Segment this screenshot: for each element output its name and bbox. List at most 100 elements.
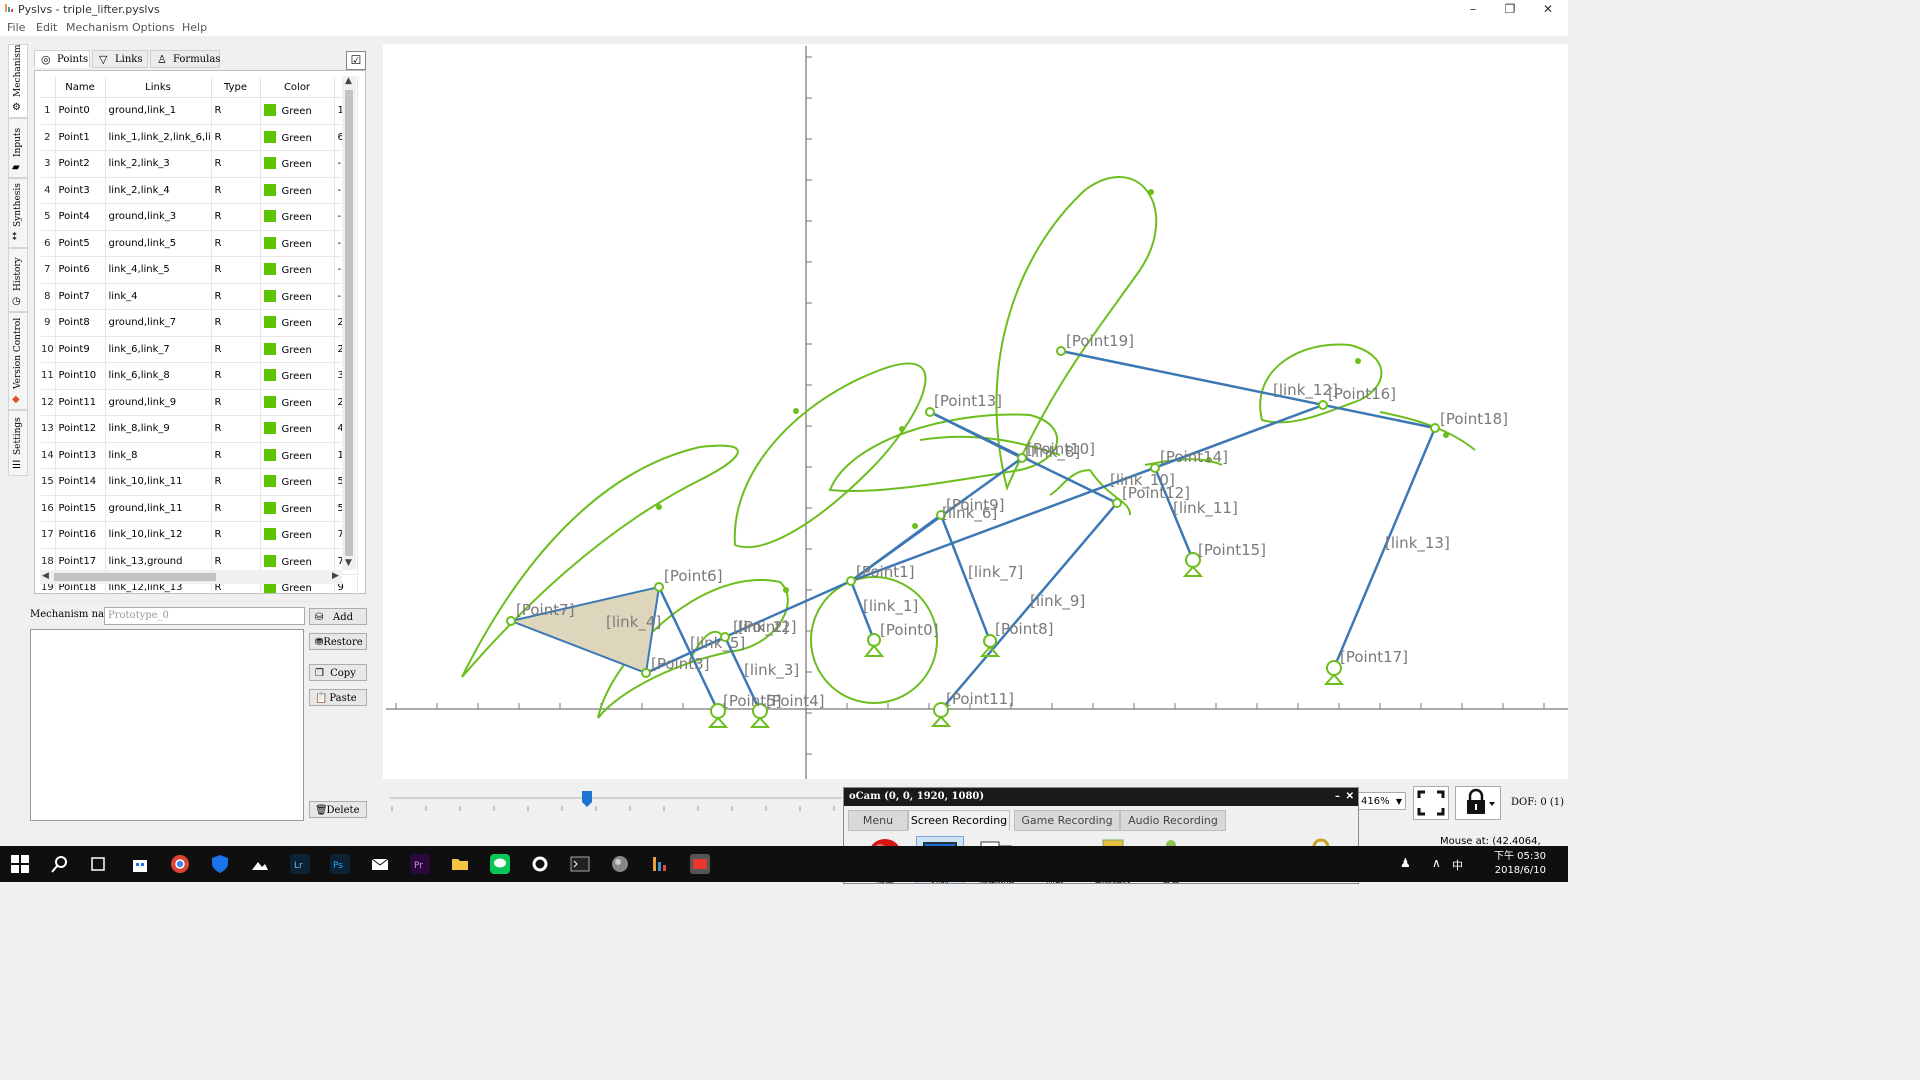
menu-edit[interactable]: Edit [36, 21, 57, 34]
sphere-app-icon[interactable] [610, 854, 630, 874]
synthesis-icon: ⁑ [12, 232, 18, 243]
header-links[interactable]: Links [105, 77, 212, 98]
table-row[interactable]: 10 Point9 link_6,link_7 R Green 2 [41, 336, 358, 363]
people-icon[interactable]: ♟ [1400, 856, 1411, 870]
color-swatch [263, 104, 276, 117]
table-row[interactable]: 5Point4ground,link_3RGreen-( [41, 203, 358, 231]
table-row[interactable]: 13 Point12 link_8,link_9 R Green 4 [41, 415, 358, 443]
animation-slider[interactable] [386, 786, 846, 816]
cell-type: R [211, 150, 261, 178]
lightroom-icon[interactable]: Lr [290, 854, 310, 874]
task-view-icon[interactable] [88, 854, 108, 874]
photos-icon[interactable] [250, 854, 270, 874]
system-clock[interactable]: 下午 05:30 2018/6/10 [1494, 850, 1546, 878]
table-row[interactable]: 16 Point15 ground,link_11 R Green 5 [41, 495, 358, 522]
terminal-icon[interactable] [570, 854, 590, 874]
table-row[interactable]: 1 Point0 ground,link_1 R Green 1 [41, 97, 358, 125]
minimize-button[interactable]: – [1462, 1, 1484, 17]
vtab-mechanism[interactable]: Mechanism ⚙ [8, 44, 28, 118]
table-row[interactable]: 6 Point5 ground,link_5 R Green - [41, 230, 358, 257]
file-explorer-icon[interactable] [450, 854, 470, 874]
vtab-history[interactable]: History ◷ [8, 248, 28, 312]
canvas-drawing[interactable]: [Point0] [Point1] [Point2] [Point3] [Poi… [383, 44, 1568, 779]
scroll-right-icon[interactable]: ▶ [332, 571, 339, 581]
scroll-up-icon[interactable]: ▲ [345, 76, 352, 86]
ocam-taskbar-icon[interactable] [690, 854, 710, 874]
cell-name: Point15 [55, 495, 106, 522]
line-icon[interactable] [490, 854, 510, 874]
hscroll-thumb[interactable] [54, 573, 216, 581]
header-type[interactable]: Type [211, 77, 261, 98]
tab-formulas[interactable]: ♙ Formulas [150, 50, 220, 68]
slider-handle[interactable] [581, 790, 593, 808]
zoom-to-fit-button[interactable] [1413, 786, 1449, 820]
chrome-icon[interactable] [170, 854, 190, 874]
vtab-version-control[interactable]: Version Control ◆ [8, 312, 28, 410]
scroll-thumb[interactable] [345, 90, 353, 556]
settings-icon[interactable] [530, 854, 550, 874]
mechanism-canvas[interactable]: [Point0] [Point1] [Point2] [Point3] [Poi… [383, 44, 1568, 779]
table-row[interactable]: 9 Point8 ground,link_7 R Green 2 [41, 309, 358, 337]
tab-points[interactable]: ◎ Points [34, 50, 90, 68]
table-row[interactable]: 14 Point13 link_8 R Green 1 [41, 442, 358, 469]
table-row[interactable]: 2 Point1 link_1,link_2,link_6,li... R Green 6 [41, 124, 358, 151]
tab-links[interactable]: ▽ Links [92, 50, 148, 68]
windows-start-icon[interactable] [10, 854, 30, 874]
table-row[interactable]: 3 Point2 link_2,link_3 R Green - [41, 150, 358, 178]
menu-help[interactable]: Help [182, 21, 207, 34]
ocam-tab-audio-recording[interactable]: Audio Recording [1120, 810, 1226, 831]
cell-color: Green [260, 442, 335, 469]
select-mode-button[interactable]: ☑ [346, 51, 366, 70]
table-horizontal-scrollbar[interactable]: ◀ ▶ [40, 570, 342, 584]
copy-button[interactable]: ❐ Copy [309, 664, 367, 681]
cell-type: R [211, 415, 261, 443]
ocam-close-button[interactable]: ✕ [1346, 788, 1354, 806]
vtab-inputs[interactable]: Inputs ▰ [8, 118, 28, 178]
links[interactable] [645, 349, 1437, 712]
table-row[interactable]: 7 Point6 link_4,link_5 R Green -. [41, 256, 358, 284]
premiere-icon[interactable]: Pr [410, 854, 430, 874]
table-row[interactable]: 8 Point7 link_4 R Green -. [41, 283, 358, 310]
menu-options[interactable]: Options [132, 21, 174, 34]
add-button[interactable]: ⛁ Add [309, 608, 367, 625]
table-row[interactable]: 12 Point11 ground,link_9 R Green 2 [41, 389, 358, 416]
photoshop-icon[interactable]: Ps [330, 854, 350, 874]
vtab-synthesis[interactable]: Synthesis ⁑ [8, 178, 28, 248]
scroll-left-icon[interactable]: ◀ [42, 571, 49, 581]
scroll-down-icon[interactable]: ▼ [345, 558, 352, 568]
search-icon[interactable] [50, 854, 70, 874]
defender-icon[interactable] [210, 854, 230, 874]
table-row[interactable]: 11 Point10 link_6,link_8 R Green 3 [41, 362, 358, 390]
pyslvs-taskbar-icon[interactable] [650, 854, 670, 874]
cell-color-text: Green [281, 424, 312, 436]
tab-points-label: Points [57, 54, 89, 65]
menu-file[interactable]: File [7, 21, 25, 34]
restore-button[interactable]: ⛃ Restore [309, 633, 367, 650]
color-swatch [263, 157, 276, 170]
mechanism-name-input[interactable]: Prototype_0 [104, 607, 305, 625]
zoom-select[interactable]: 416% ▼ [1356, 792, 1406, 810]
store-icon[interactable] [130, 854, 150, 874]
mechanism-list[interactable] [30, 629, 304, 821]
header-name[interactable]: Name [55, 77, 106, 98]
ocam-tab-screen-recording[interactable]: Screen Recording [908, 810, 1010, 831]
table-row[interactable]: 4 Point3 link_2,link_4 R Green -: [41, 177, 358, 204]
table-row[interactable]: 17 Point16 link_10,link_12 R Green 7 [41, 521, 358, 549]
ime-indicator[interactable]: 中 [1452, 857, 1463, 873]
ocam-tab-game-recording[interactable]: Game Recording [1014, 810, 1120, 831]
row-index: 2 [41, 124, 56, 151]
lock-button[interactable] [1455, 786, 1501, 820]
close-button[interactable]: ✕ [1537, 1, 1559, 17]
paste-button[interactable]: 📋 Paste [309, 689, 367, 706]
mail-icon[interactable] [370, 854, 390, 874]
vtab-settings[interactable]: Settings ☰ [8, 410, 28, 476]
maximize-button[interactable]: ❐ [1499, 1, 1521, 17]
table-row[interactable]: 15 Point14 link_10,link_11 R Green 5 [41, 468, 358, 496]
chevron-up-icon[interactable]: ∧ [1432, 856, 1441, 870]
table-vertical-scrollbar[interactable]: ▲ ▼ [342, 76, 356, 570]
menu-mechanism[interactable]: Mechanism [66, 21, 129, 34]
ocam-tab-menu[interactable]: Menu [848, 810, 908, 831]
ocam-minimize-button[interactable]: – [1335, 788, 1340, 806]
header-color[interactable]: Color [260, 77, 335, 98]
delete-button[interactable]: 🗑 Delete [309, 801, 367, 818]
